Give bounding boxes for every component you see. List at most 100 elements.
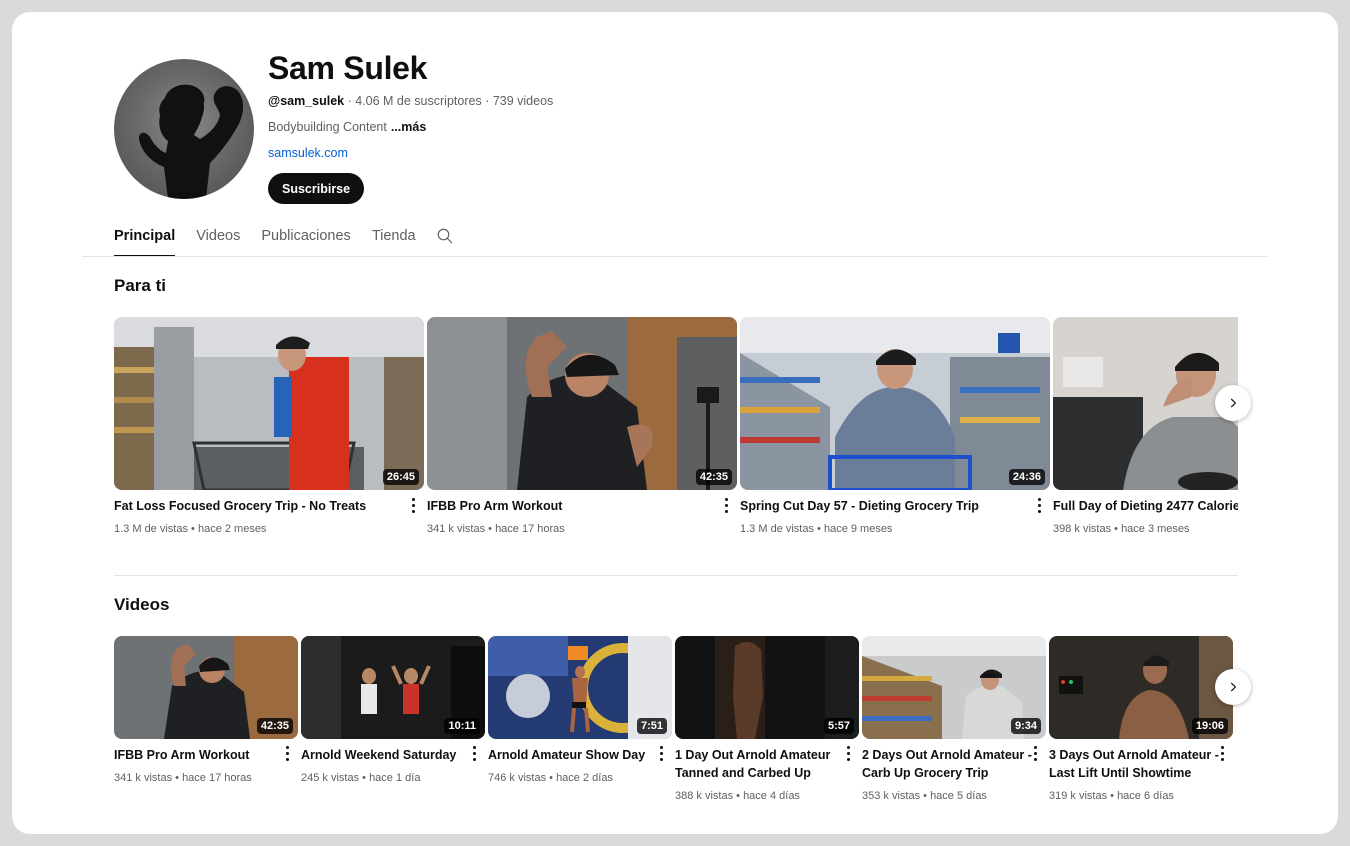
video-card[interactable]: 10:11 Arnold Weekend Saturday 245 k vist… xyxy=(301,636,485,811)
more-vert-icon[interactable] xyxy=(845,746,851,762)
subscriber-count: · 4.06 M de suscriptores xyxy=(347,94,482,108)
carousel-next-button[interactable] xyxy=(1215,669,1251,705)
upload-age: hace 9 meses xyxy=(823,523,893,535)
video-card[interactable]: Full Day of Dieting 2477 Calories a 398 … xyxy=(1053,317,1238,547)
view-count: 746 k vistas xyxy=(488,772,547,784)
more-vert-icon[interactable] xyxy=(723,498,729,514)
video-title[interactable]: IFBB Pro Arm Workout xyxy=(427,497,707,515)
video-thumbnail[interactable]: 19:06 xyxy=(1049,636,1233,739)
video-title[interactable]: Arnold Weekend Saturday xyxy=(301,746,471,764)
video-card[interactable]: 24:36 Spring Cut Day 57 - Dieting Grocer… xyxy=(740,317,1050,547)
view-count: 353 k vistas xyxy=(862,790,921,802)
video-card[interactable]: 42:35 IFBB Pro Arm Workout 341 k vistas … xyxy=(427,317,737,547)
video-title[interactable]: Spring Cut Day 57 - Dieting Grocery Trip xyxy=(740,497,1020,515)
youtube-channel-page: Sam Sulek @sam_sulek · 4.06 M de suscrip… xyxy=(12,12,1338,834)
video-thumbnail[interactable]: 42:35 xyxy=(114,636,298,739)
subscribe-button[interactable]: Suscribirse xyxy=(268,173,365,204)
chevron-right-icon xyxy=(1230,682,1237,692)
video-title[interactable]: Full Day of Dieting 2477 Calories a xyxy=(1053,497,1238,515)
more-vert-icon[interactable] xyxy=(658,746,664,762)
video-stats: 341 k vistas • hace 17 horas xyxy=(427,523,565,535)
video-duration: 19:06 xyxy=(1191,718,1228,734)
more-vert-icon[interactable] xyxy=(284,746,290,762)
video-thumbnail[interactable] xyxy=(1053,317,1238,490)
search-icon[interactable] xyxy=(436,227,454,245)
video-thumbnail[interactable]: 9:34 xyxy=(862,636,1046,739)
more-vert-icon[interactable] xyxy=(1036,498,1042,514)
video-card[interactable]: 5:57 1 Day Out Arnold Amateur Tanned and… xyxy=(675,636,859,811)
upload-age: hace 6 días xyxy=(1117,790,1174,802)
video-title[interactable]: 2 Days Out Arnold Amateur - Carb Up Groc… xyxy=(862,746,1032,782)
video-title-line-1: Arnold Amateur Show Day xyxy=(488,748,646,762)
view-count: 388 k vistas xyxy=(675,790,734,802)
section-divider xyxy=(114,575,1238,576)
channel-link[interactable]: samsulek.com xyxy=(268,146,348,160)
video-stats: 398 k vistas • hace 3 meses xyxy=(1053,523,1190,535)
video-title[interactable]: IFBB Pro Arm Workout xyxy=(114,746,284,764)
video-title-line-1: 3 Days Out Arnold Amateur - xyxy=(1049,748,1219,762)
video-card[interactable]: 26:45 Fat Loss Focused Grocery Trip - No… xyxy=(114,317,424,547)
view-count: 245 k vistas xyxy=(301,772,360,784)
upload-age: hace 1 día xyxy=(369,772,421,784)
video-thumbnail[interactable]: 5:57 xyxy=(675,636,859,739)
video-title[interactable]: Fat Loss Focused Grocery Trip - No Treat… xyxy=(114,497,394,515)
more-vert-icon[interactable] xyxy=(471,746,477,762)
video-title[interactable]: 1 Day Out Arnold Amateur Tanned and Carb… xyxy=(675,746,845,782)
more-vert-icon[interactable] xyxy=(1219,746,1225,762)
video-card[interactable]: 42:35 IFBB Pro Arm Workout 341 k vistas … xyxy=(114,636,298,811)
video-duration: 26:45 xyxy=(382,469,419,485)
tab-videos[interactable]: Videos xyxy=(196,218,240,256)
channel-handle: @sam_sulek xyxy=(268,94,345,108)
video-duration: 10:11 xyxy=(444,718,480,734)
video-duration: 24:36 xyxy=(1008,469,1045,485)
video-card[interactable]: 7:51 Arnold Amateur Show Day 746 k vista… xyxy=(488,636,672,811)
video-title[interactable]: Arnold Amateur Show Day xyxy=(488,746,658,764)
view-count: 319 k vistas xyxy=(1049,790,1108,802)
video-card[interactable]: 9:34 2 Days Out Arnold Amateur - Carb Up… xyxy=(862,636,1046,811)
chevron-right-icon xyxy=(1230,398,1237,408)
more-link[interactable]: ...más xyxy=(391,120,426,134)
more-vert-icon[interactable] xyxy=(1032,746,1038,762)
view-count: 1.3 M de vistas xyxy=(114,523,188,535)
upload-age: hace 5 días xyxy=(930,790,987,802)
video-stats: 319 k vistas • hace 6 días xyxy=(1049,790,1174,802)
section-title-videos: Videos xyxy=(114,595,170,614)
video-thumbnail[interactable]: 24:36 xyxy=(740,317,1050,490)
video-stats: 1.3 M de vistas • hace 2 meses xyxy=(114,523,267,535)
view-count: 341 k vistas xyxy=(427,523,486,535)
video-title-line-2: Carb Up Grocery Trip xyxy=(862,766,989,780)
tabs-divider xyxy=(82,256,1268,257)
channel-name: Sam Sulek xyxy=(268,50,428,86)
video-title-line-2: Last Lift Until Showtime xyxy=(1049,766,1192,780)
video-title-line-1: 2 Days Out Arnold Amateur - xyxy=(862,748,1032,762)
video-duration: 42:35 xyxy=(256,718,293,734)
video-stats: 388 k vistas • hace 4 días xyxy=(675,790,800,802)
channel-meta: @sam_sulek · 4.06 M de suscriptores · 73… xyxy=(268,94,553,108)
video-duration: 9:34 xyxy=(1010,718,1041,734)
video-thumbnail[interactable]: 42:35 xyxy=(427,317,737,490)
tab-tienda[interactable]: Tienda xyxy=(372,218,416,256)
video-thumbnail[interactable]: 26:45 xyxy=(114,317,424,490)
carousel-next-button[interactable] xyxy=(1215,385,1251,421)
channel-avatar[interactable] xyxy=(114,59,254,199)
video-title-line-1: 1 Day Out Arnold Amateur xyxy=(675,748,831,762)
video-thumbnail[interactable]: 10:11 xyxy=(301,636,485,739)
more-vert-icon[interactable] xyxy=(410,498,416,514)
upload-age: hace 3 meses xyxy=(1121,523,1190,535)
video-stats: 746 k vistas • hace 2 días xyxy=(488,772,613,784)
upload-age: hace 17 horas xyxy=(182,772,252,784)
upload-age: hace 4 días xyxy=(743,790,800,802)
video-stats: 341 k vistas • hace 17 horas xyxy=(114,772,252,784)
video-card[interactable]: 19:06 3 Days Out Arnold Amateur - Last L… xyxy=(1049,636,1233,811)
video-title-line-1: Arnold Weekend Saturday xyxy=(301,748,457,762)
tab-principal[interactable]: Principal xyxy=(114,218,176,257)
video-thumbnail[interactable]: 7:51 xyxy=(488,636,672,739)
upload-age: hace 17 horas xyxy=(495,523,565,535)
video-duration: 7:51 xyxy=(636,718,667,734)
tab-publicaciones[interactable]: Publicaciones xyxy=(261,218,350,256)
for-you-row: 26:45 Fat Loss Focused Grocery Trip - No… xyxy=(114,317,1238,547)
video-title[interactable]: 3 Days Out Arnold Amateur - Last Lift Un… xyxy=(1049,746,1219,782)
videos-row: 42:35 IFBB Pro Arm Workout 341 k vistas … xyxy=(114,636,1238,811)
video-title-line-2: Tanned and Carbed Up xyxy=(675,766,811,780)
channel-description[interactable]: Bodybuilding Content ...más xyxy=(268,120,426,134)
